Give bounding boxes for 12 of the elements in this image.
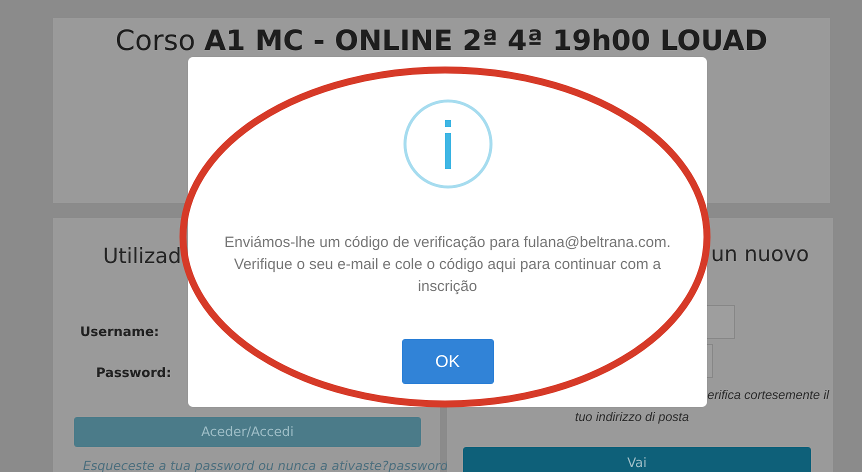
card-heading: Utilizad [103, 244, 182, 268]
dialog-message: Enviámos-lhe um código de verificação para fulana@beltrana.com. Verifique o seu e-mail e cole o código aqui para continuar com a inscrição [223, 233, 672, 297]
course-title: Corso A1 MC - ONLINE 2ª 4ª 19h00 LOUAD [115, 24, 768, 59]
username-label: Username: [80, 325, 160, 340]
card-heading: un nuovo [710, 242, 809, 266]
ok-button[interactable]: OK [402, 339, 494, 384]
password-label: Password: [96, 366, 172, 381]
hint-text: tuo indirizzo di posta [575, 410, 689, 424]
go-button[interactable]: Vai [463, 447, 811, 472]
hint-text: erifica cortesemente il [707, 388, 829, 402]
info-icon [402, 99, 492, 189]
login-button[interactable]: Aceder/Accedi [74, 417, 421, 447]
